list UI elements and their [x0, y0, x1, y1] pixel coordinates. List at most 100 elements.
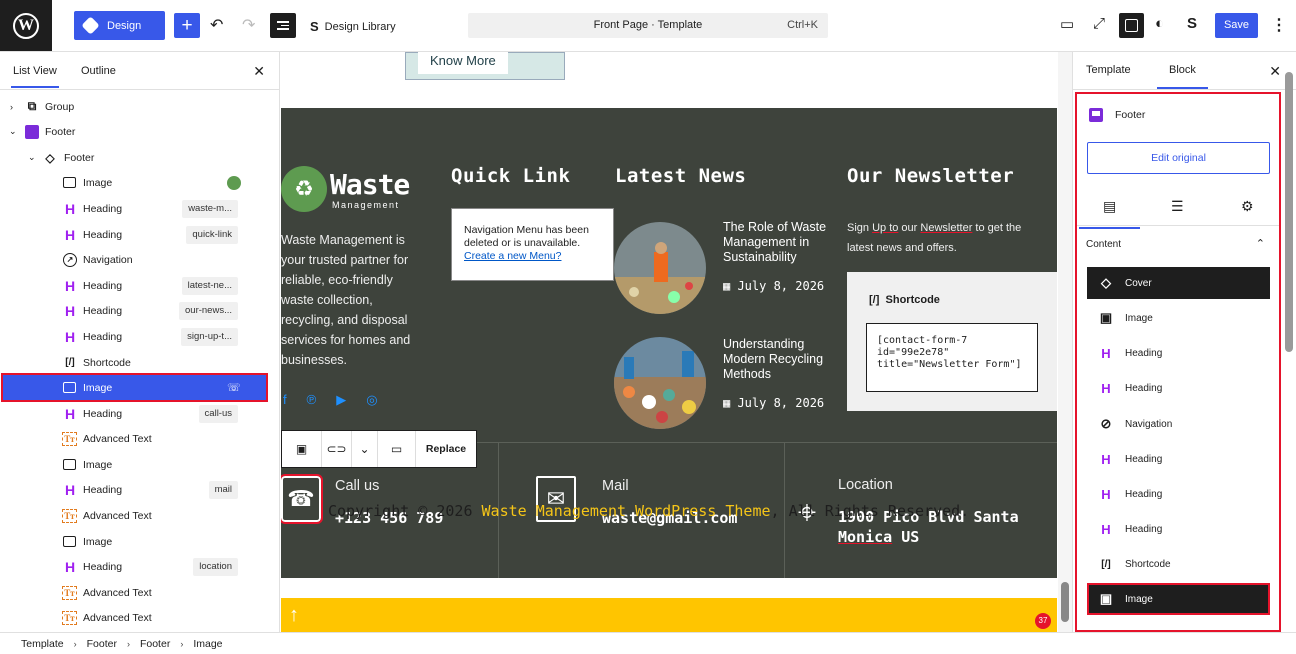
replace-button[interactable]: Replace: [416, 431, 476, 467]
list-item[interactable]: Tт Advanced Text: [0, 426, 270, 451]
facebook-icon[interactable]: f: [283, 392, 287, 408]
about-text[interactable]: Waste Management is your trusted partner…: [281, 230, 421, 370]
breadcrumb-item[interactable]: Footer: [87, 638, 117, 650]
wordpress-logo-button[interactable]: W: [0, 0, 52, 51]
copyright-link[interactable]: Waste Management WordPress Theme: [482, 502, 771, 520]
list-icon[interactable]: ☰: [1171, 198, 1184, 215]
arrow-up-icon[interactable]: ↑: [289, 604, 299, 627]
create-menu-link[interactable]: Create a new Menu?: [464, 250, 561, 262]
chevron-down-icon[interactable]: ⌄: [28, 152, 36, 163]
shortcode-block[interactable]: [/] Shortcode [contact-form-7 id="99e2e7…: [847, 272, 1057, 411]
tab-list-view[interactable]: List View: [11, 65, 59, 88]
latest-news-heading[interactable]: Latest News: [615, 165, 746, 187]
tab-outline[interactable]: Outline: [81, 65, 116, 77]
list-item[interactable]: ⌄ ◇ Footer: [0, 145, 270, 170]
close-icon[interactable]: ✕: [1269, 63, 1281, 80]
command-palette-bar[interactable]: Front Page · Template Ctrl+K: [468, 13, 828, 38]
chevron-down-icon[interactable]: ⌄: [352, 431, 378, 467]
content-block-item[interactable]: ◇ Cover: [1087, 267, 1270, 299]
content-block-item[interactable]: [/] Shortcode: [1087, 548, 1270, 580]
list-item[interactable]: H Heading location: [0, 554, 270, 579]
design-button[interactable]: Design: [74, 11, 165, 40]
list-item[interactable]: H Heading call-us: [0, 401, 270, 426]
copyright-text[interactable]: Copyright © 2026 Waste Management WordPr…: [328, 502, 969, 520]
content-block-item[interactable]: H Heading: [1087, 337, 1270, 369]
list-item[interactable]: H Heading sign-up-t...: [0, 324, 270, 349]
news-title[interactable]: Understanding Modern Recycling Methods: [723, 337, 837, 382]
list-item[interactable]: Tт Advanced Text: [0, 605, 270, 630]
close-icon[interactable]: ✕: [253, 63, 265, 80]
news-thumbnail[interactable]: [614, 222, 706, 314]
list-item[interactable]: Image: [0, 529, 270, 554]
link-icon[interactable]: ⊂⊃: [322, 431, 352, 467]
shortcode-input[interactable]: [contact-form-7 id="99e2e78" title="News…: [866, 323, 1038, 392]
list-item[interactable]: ↗ Navigation: [0, 247, 270, 272]
recycle-bin-icon[interactable]: ♻: [281, 166, 327, 212]
content-section-heading[interactable]: Content: [1086, 239, 1121, 250]
instagram-icon[interactable]: ◎: [366, 392, 377, 408]
block-inserter-button[interactable]: +: [174, 13, 200, 38]
news-thumbnail[interactable]: [614, 337, 706, 429]
call-us-heading[interactable]: Call us: [335, 478, 379, 494]
list-item[interactable]: Image: [0, 170, 270, 195]
gear-icon[interactable]: ⚙: [1241, 198, 1254, 215]
chevron-down-icon[interactable]: ⌄: [9, 126, 17, 137]
newsletter-heading[interactable]: Our Newsletter: [847, 165, 1014, 187]
notification-badge[interactable]: 37: [1035, 613, 1051, 629]
chevron-right-icon[interactable]: ›: [10, 102, 13, 112]
newsletter-text[interactable]: Sign Up to our Newsletter to get the lat…: [847, 218, 1047, 258]
news-title[interactable]: The Role of Waste Management in Sustaina…: [723, 220, 837, 265]
edit-original-button[interactable]: Edit original: [1087, 142, 1270, 174]
fullscreen-icon[interactable]: ⤢: [1093, 15, 1105, 32]
know-more-button[interactable]: Know More: [418, 52, 508, 74]
breadcrumb-item[interactable]: Template: [21, 638, 64, 650]
list-item[interactable]: H Heading latest-ne...: [0, 273, 270, 298]
content-block-item-selected[interactable]: ▣ Image: [1087, 583, 1270, 615]
content-block-item[interactable]: ⊘ Navigation: [1087, 408, 1270, 440]
content-block-item[interactable]: H Heading: [1087, 478, 1270, 510]
image-icon[interactable]: ▣: [282, 431, 322, 467]
list-item[interactable]: ⌄ Footer: [0, 119, 270, 144]
options-menu-icon[interactable]: ⋮: [1271, 15, 1287, 35]
caption-icon[interactable]: ▭: [378, 431, 416, 467]
inspector-scrollbar[interactable]: [1285, 72, 1293, 352]
chevron-up-icon[interactable]: ⌃: [1256, 237, 1265, 250]
pinterest-icon[interactable]: ℗: [307, 392, 317, 408]
undo-button[interactable]: ↶: [210, 15, 223, 35]
breadcrumb-item[interactable]: Footer: [140, 638, 170, 650]
navigation-placeholder[interactable]: Navigation Menu has been deleted or is u…: [451, 208, 614, 281]
list-item[interactable]: Image: [0, 452, 270, 477]
content-block-item[interactable]: H Heading: [1087, 443, 1270, 475]
list-item[interactable]: [/] Shortcode: [0, 350, 270, 375]
list-item[interactable]: H Heading our-news...: [0, 298, 270, 323]
design-library-button[interactable]: S Design Library: [310, 19, 396, 34]
content-block-item[interactable]: H Heading: [1087, 513, 1270, 545]
content-block-item[interactable]: H Heading: [1087, 372, 1270, 404]
redo-button[interactable]: ↷: [242, 15, 255, 35]
document-overview-button[interactable]: [270, 13, 296, 38]
list-item[interactable]: H Heading waste-m...: [0, 196, 270, 221]
canvas-scrollbar[interactable]: [1058, 52, 1072, 632]
list-item[interactable]: H Heading quick-link: [0, 222, 270, 247]
preview-device-icon[interactable]: ▭: [1060, 15, 1074, 33]
breadcrumb-item[interactable]: Image: [193, 638, 222, 650]
styles-icon[interactable]: ◐: [1155, 15, 1164, 32]
tab-template[interactable]: Template: [1086, 64, 1131, 76]
list-item[interactable]: › ⧉ Group: [0, 94, 270, 119]
list-item-selected[interactable]: Image ☏: [1, 373, 268, 402]
youtube-icon[interactable]: ▶: [336, 392, 346, 408]
list-item[interactable]: Tт Advanced Text: [0, 503, 270, 528]
save-button[interactable]: Save: [1215, 13, 1258, 38]
stackable-settings-icon[interactable]: S: [1187, 15, 1197, 32]
scrollbar-thumb[interactable]: [1061, 582, 1069, 622]
mail-heading[interactable]: Mail: [602, 478, 629, 494]
document-icon[interactable]: ▤: [1078, 198, 1141, 229]
list-item[interactable]: Tт Advanced Text: [0, 580, 270, 605]
content-block-item[interactable]: ▣ Image: [1087, 302, 1270, 334]
location-heading[interactable]: Location: [838, 477, 893, 493]
settings-sidebar-toggle[interactable]: [1119, 13, 1144, 38]
quick-link-heading[interactable]: Quick Link: [451, 165, 570, 187]
list-item[interactable]: H Heading mail: [0, 477, 270, 502]
phone-icon[interactable]: ☎: [281, 474, 323, 524]
tab-block[interactable]: Block: [1157, 64, 1208, 89]
